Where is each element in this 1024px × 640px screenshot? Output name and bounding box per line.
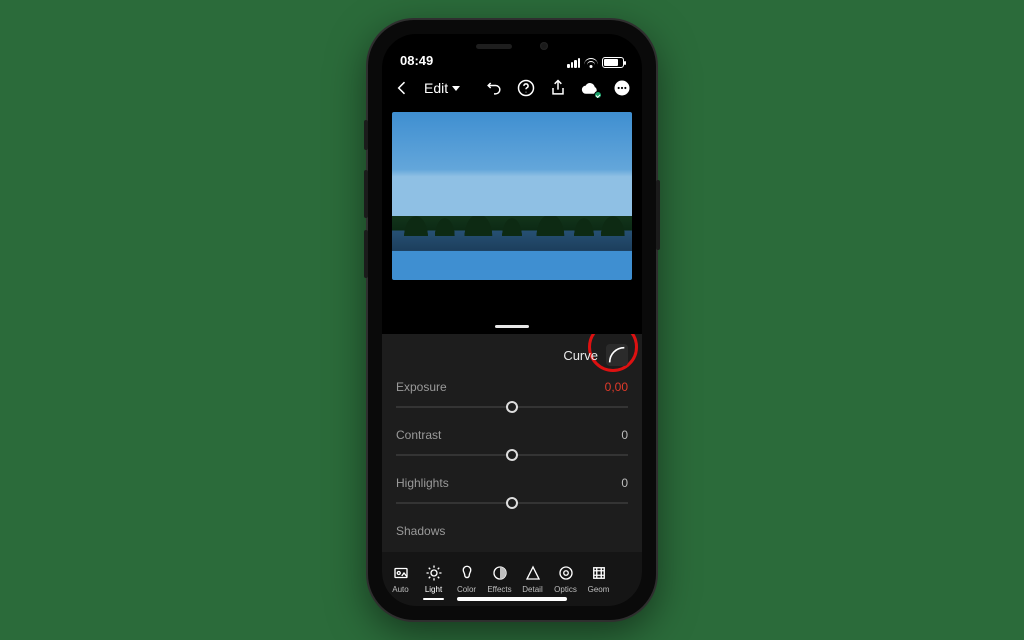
optics-icon [557, 564, 575, 582]
phone-frame: 08:49 Edit [368, 20, 656, 620]
cellular-signal-icon [567, 58, 580, 68]
effects-icon [491, 564, 509, 582]
curve-label: Curve [563, 348, 598, 363]
display-notch [452, 34, 572, 58]
speaker-grille [476, 44, 512, 49]
exposure-label: Exposure [396, 380, 447, 394]
status-time: 08:49 [400, 53, 433, 68]
image-preview[interactable] [392, 112, 632, 280]
edit-mode-dropdown[interactable]: Edit [424, 80, 460, 96]
undo-button[interactable] [484, 78, 504, 98]
color-icon [458, 564, 476, 582]
contrast-value: 0 [621, 428, 628, 442]
side-button-volume-down [364, 230, 368, 278]
geometry-icon [590, 564, 608, 582]
shadows-slider[interactable]: Shadows [396, 524, 628, 538]
side-button-volume-up [364, 170, 368, 218]
image-preview-area [382, 106, 642, 280]
contrast-label: Contrast [396, 428, 441, 442]
edit-mode-label: Edit [424, 80, 448, 96]
home-indicator[interactable] [457, 597, 567, 601]
help-button[interactable] [516, 78, 536, 98]
side-button-power [656, 180, 660, 250]
share-button[interactable] [548, 78, 568, 98]
slider-thumb[interactable] [506, 449, 518, 461]
phone-screen: 08:49 Edit [382, 34, 642, 606]
wifi-icon [584, 58, 598, 68]
tab-label: Light [425, 585, 442, 594]
contrast-slider[interactable]: Contrast 0 [396, 428, 628, 462]
light-icon [425, 564, 443, 582]
side-button-silence [364, 120, 368, 150]
tab-detail[interactable]: Detail [516, 560, 549, 598]
tab-label: Detail [522, 585, 542, 594]
curve-icon [606, 344, 628, 366]
auto-icon [392, 564, 410, 582]
tab-geometry[interactable]: Geom [582, 560, 615, 598]
tab-label: Auto [392, 585, 408, 594]
panel-drag-handle[interactable] [495, 325, 529, 328]
app-toolbar: Edit [382, 70, 642, 106]
tab-label: Geom [588, 585, 610, 594]
sync-ok-badge [594, 91, 602, 99]
tab-light[interactable]: Light [417, 560, 450, 598]
tab-effects[interactable]: Effects [483, 560, 516, 598]
tab-color[interactable]: Color [450, 560, 483, 598]
slider-thumb[interactable] [506, 497, 518, 509]
exposure-slider[interactable]: Exposure 0,00 [396, 380, 628, 414]
tab-auto[interactable]: Auto [384, 560, 417, 598]
curve-button[interactable] [606, 344, 628, 366]
highlights-value: 0 [621, 476, 628, 490]
battery-icon [602, 57, 624, 68]
front-camera [540, 42, 548, 50]
chevron-down-icon [452, 86, 460, 91]
light-panel: Curve Exposure 0,00 Contrast 0 [382, 334, 642, 552]
more-button[interactable] [612, 78, 632, 98]
tab-label: Optics [554, 585, 577, 594]
tab-label: Color [457, 585, 476, 594]
detail-icon [524, 564, 542, 582]
tab-optics[interactable]: Optics [549, 560, 582, 598]
highlights-slider[interactable]: Highlights 0 [396, 476, 628, 510]
shadows-label: Shadows [396, 524, 445, 538]
tab-label: Effects [487, 585, 511, 594]
cloud-sync-button[interactable] [580, 78, 600, 98]
panel-spacer [382, 280, 642, 334]
slider-thumb[interactable] [506, 401, 518, 413]
highlights-label: Highlights [396, 476, 449, 490]
exposure-value: 0,00 [605, 380, 628, 394]
back-button[interactable] [392, 78, 412, 98]
